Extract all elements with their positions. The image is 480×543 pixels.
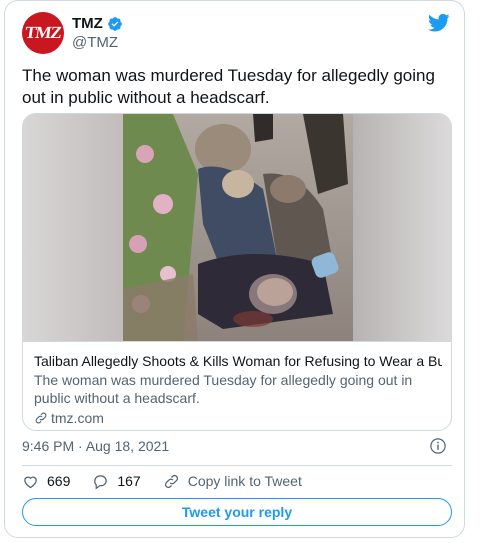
- link-preview-meta[interactable]: Taliban Allegedly Shoots & Kills Woman f…: [23, 341, 451, 430]
- reply-count: 167: [117, 473, 141, 489]
- verified-badge-icon: [107, 16, 122, 31]
- author-display-name[interactable]: TMZ: [72, 15, 103, 32]
- avatar-logo-text: TMZ: [23, 23, 63, 42]
- reply-bubble-icon: [94, 474, 108, 489]
- reply-action[interactable]: 167: [92, 473, 141, 490]
- author-name-row[interactable]: TMZ: [72, 15, 123, 32]
- divider: [22, 465, 452, 466]
- like-action[interactable]: 669: [22, 473, 70, 490]
- copy-link-label: Copy link to Tweet: [187, 473, 302, 489]
- tweet-card: TMZ TMZ @TMZ The woman was murdered Tues…: [4, 0, 465, 538]
- heart-icon: [24, 476, 37, 488]
- like-count: 669: [47, 473, 71, 489]
- twitter-bird-icon[interactable]: [428, 13, 450, 33]
- link-preview-card[interactable]: Taliban Allegedly Shoots & Kills Woman f…: [22, 113, 452, 431]
- avatar[interactable]: TMZ: [22, 12, 64, 54]
- link-icon: [164, 474, 178, 488]
- link-title[interactable]: Taliban Allegedly Shoots & Kills Woman f…: [34, 352, 442, 370]
- link-preview-image[interactable]: [23, 114, 451, 341]
- info-icon[interactable]: [429, 437, 447, 455]
- link-description: The woman was murdered Tuesday for alleg…: [34, 372, 413, 406]
- tweet-your-reply-button[interactable]: Tweet your reply: [22, 498, 452, 526]
- copy-link-action[interactable]: Copy link to Tweet: [163, 473, 302, 490]
- author-handle[interactable]: @TMZ: [72, 34, 118, 51]
- link-domain[interactable]: tmz.com: [34, 410, 442, 426]
- tweet-text: The woman was murdered Tuesday for alleg…: [22, 66, 435, 107]
- tweet-timestamp[interactable]: 9:46 PM · Aug 18, 2021: [22, 438, 169, 454]
- link-icon: [35, 412, 47, 424]
- link-domain-text: tmz.com: [51, 410, 104, 426]
- tweet-actions: 669 167 Copy link to Tweet: [22, 471, 324, 491]
- news-photo: [23, 114, 451, 341]
